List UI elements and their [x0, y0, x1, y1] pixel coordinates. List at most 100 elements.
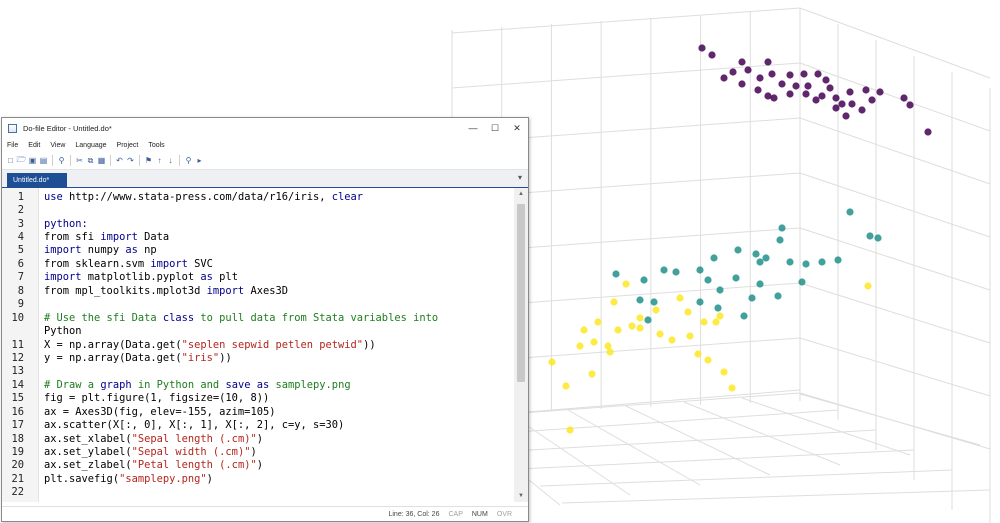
code-line: 21 plt.savefig("samplepy.png") [2, 472, 512, 485]
scroll-up-icon[interactable]: ▲ [514, 188, 528, 200]
code-token: ax.set_ylabel( [44, 446, 132, 459]
scatter-point [786, 71, 794, 79]
redo-icon[interactable]: ↷ [126, 156, 135, 165]
code-token: ) [250, 446, 257, 459]
bookmark-icon[interactable]: ⚑ [144, 156, 153, 165]
code-line: 18 ax.set_xlabel("Sepal length (.cm)") [2, 432, 512, 445]
scrollbar-thumb[interactable] [517, 204, 525, 382]
menu-file[interactable]: File [7, 142, 18, 149]
tab-untitled[interactable]: Untitled.do* [7, 173, 67, 187]
menu-edit[interactable]: Edit [28, 142, 40, 149]
scatter-point [778, 80, 786, 88]
side-wall-gridline [799, 337, 991, 397]
code-token: numpy [81, 244, 126, 257]
line-number: 6 [17, 257, 24, 270]
code-token: ) [256, 459, 263, 472]
close-button[interactable]: ✕ [506, 118, 528, 138]
paste-icon[interactable]: ▦ [97, 156, 106, 165]
status-bar: Line: 36, Col: 26 CAP NUM OVR [2, 506, 528, 521]
code-token: import [206, 284, 245, 297]
undo-icon[interactable]: ↶ [115, 156, 124, 165]
cut-icon[interactable]: ✂ [75, 156, 84, 165]
scatter-point [842, 112, 850, 120]
scatter-point [826, 84, 834, 92]
scatter-point [636, 324, 644, 332]
code-token: plt [212, 271, 238, 284]
code-line: 1 use http://www.stata-press.com/data/r16… [2, 190, 512, 203]
minimize-button[interactable]: — [462, 118, 484, 138]
scatter-point [762, 254, 770, 262]
line-number: 22 [11, 486, 24, 499]
open-icon[interactable]: 🗁 [17, 155, 27, 165]
scatter-point [798, 278, 806, 286]
bookmark-prev-icon[interactable]: ↑ [155, 156, 164, 165]
floor-gridline [495, 429, 877, 453]
code-text: # Draw a graph in Python and save as sam… [44, 379, 351, 391]
code-token: python: [44, 217, 88, 230]
scatter-point [786, 258, 794, 266]
find-icon[interactable]: ⚲ [57, 156, 66, 165]
execute-icon[interactable]: ▸ [195, 156, 204, 165]
scatter-point [710, 254, 718, 262]
code-token: graph [100, 378, 132, 391]
tab-list-dropdown-icon[interactable]: ▾ [518, 173, 522, 182]
copy-icon[interactable]: ⧉ [86, 156, 95, 165]
menu-language[interactable]: Language [75, 142, 106, 149]
menu-project[interactable]: Project [117, 142, 139, 149]
scatter-point [566, 426, 574, 434]
scatter-point [802, 260, 810, 268]
code-text: ax.set_xlabel("Sepal length (.cm)") [44, 433, 263, 445]
print-icon[interactable]: ▤ [39, 156, 48, 165]
cursor-position: Line: 36, Col: 26 [388, 510, 440, 518]
help-icon[interactable]: ⚲ [184, 156, 193, 165]
code-editor[interactable]: 1 use http://www.stata-press.com/data/r16… [2, 188, 528, 502]
line-number: 5 [17, 244, 24, 257]
scatter-point [636, 314, 644, 322]
new-file-icon[interactable]: □ [6, 156, 15, 165]
vertical-scrollbar[interactable]: ▲ ▼ [514, 188, 528, 502]
bookmark-next-icon[interactable]: ↓ [166, 156, 175, 165]
line-number: 3 [17, 217, 24, 230]
tab-strip: Untitled.do* ▾ [2, 170, 528, 189]
line-number: 14 [11, 378, 24, 391]
scatter-point [848, 100, 856, 108]
save-icon[interactable]: ▣ [28, 156, 37, 165]
scatter-point [734, 246, 742, 254]
menu-tools[interactable]: Tools [148, 142, 164, 149]
scatter-point [876, 88, 884, 96]
scatter-point [900, 94, 908, 102]
scatter-point [804, 82, 812, 90]
scatter-point [868, 96, 876, 104]
scatter-point [756, 74, 764, 82]
code-text: ax.set_ylabel("Sepal width (.cm)") [44, 446, 257, 458]
code-token: ax.set_zlabel( [44, 459, 132, 472]
code-line: 15 fig = plt.figure(1, figsize=(10, 8)) [2, 392, 512, 405]
code-line: Python [2, 324, 512, 337]
code-line: 7 import matplotlib.pyplot as plt [2, 271, 512, 284]
scatter-point [838, 100, 846, 108]
scatter-point [700, 318, 708, 326]
line-number: 20 [11, 459, 24, 472]
scatter-point [822, 76, 830, 84]
scatter-point [752, 250, 760, 258]
scatter-point [698, 44, 706, 52]
code-line: 12 y = np.array(Data.get("iris")) [2, 351, 512, 364]
menu-view[interactable]: View [50, 142, 65, 149]
scatter-point [778, 224, 786, 232]
do-file-editor-window: Do-file Editor - Untitled.do* — ☐ ✕ File… [1, 117, 529, 522]
scatter-point [832, 104, 840, 112]
scatter-point [562, 382, 570, 390]
code-token: fig = plt.figure(1, figsize=(10, 8)) [44, 392, 270, 405]
code-token: ax.set_xlabel( [44, 432, 132, 445]
scatter-point [672, 268, 680, 276]
scroll-down-icon[interactable]: ▼ [514, 490, 528, 502]
scatter-point [729, 68, 737, 76]
scatter-point [712, 318, 720, 326]
scatter-point [786, 90, 794, 98]
line-number: 16 [11, 405, 24, 418]
scatter-point [846, 88, 854, 96]
scatter-point [548, 358, 556, 366]
scatter-point [676, 294, 684, 302]
scatter-point [768, 70, 776, 78]
maximize-button[interactable]: ☐ [484, 118, 506, 138]
